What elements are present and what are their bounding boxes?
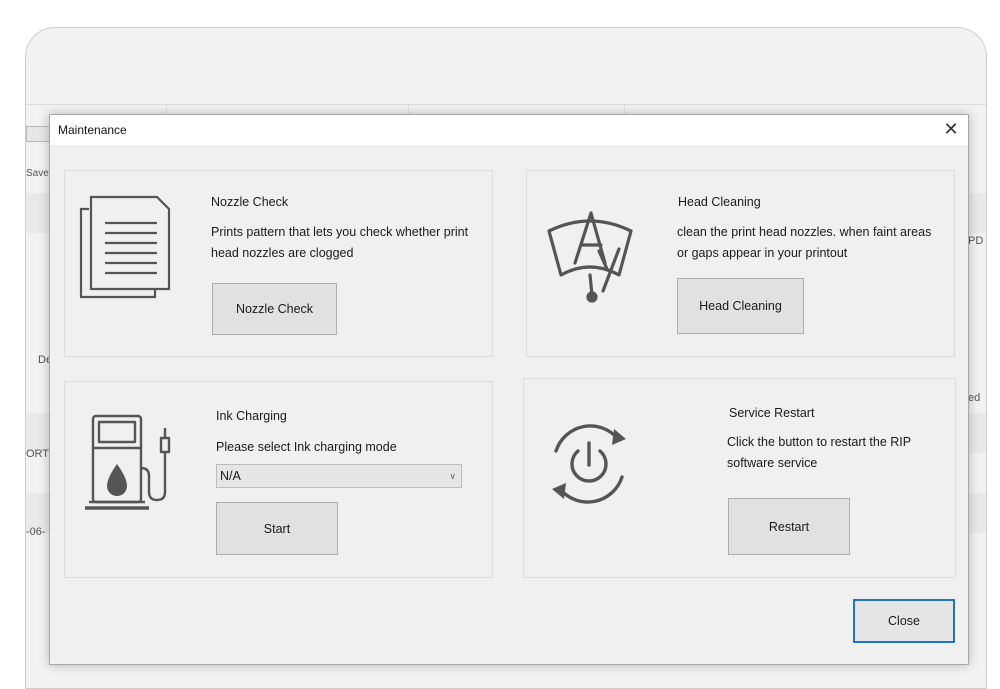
start-button[interactable]: Start [216, 502, 338, 555]
head-cleaning-title: Head Cleaning [678, 195, 761, 209]
ink-charging-mode-select[interactable]: N/A ∨ [216, 464, 462, 488]
background-column-text: PD [968, 235, 984, 247]
close-button[interactable]: Close [853, 599, 955, 643]
ink-charging-panel: Ink Charging Please select Ink charging … [64, 381, 493, 578]
document-pages-icon [79, 195, 171, 299]
dialog-titlebar: Maintenance ✕ [50, 115, 968, 145]
head-cleaning-button[interactable]: Head Cleaning [677, 278, 804, 334]
nozzle-check-title: Nozzle Check [211, 195, 289, 209]
nozzle-check-panel: Nozzle Check Prints pattern that lets yo… [64, 170, 493, 357]
background-save-label: Save [26, 168, 49, 179]
ink-charging-mode-value: N/A [220, 469, 241, 483]
background-row-text: -06- [26, 526, 46, 538]
head-cleaning-panel: Head Cleaning clean the print head nozzl… [526, 170, 955, 357]
head-cleaning-description: clean the print head nozzles. when faint… [677, 225, 932, 260]
print-head-cleaning-icon [547, 211, 633, 303]
service-restart-description: Click the button to restart the RIP soft… [727, 435, 911, 470]
toolbar-divider [26, 104, 986, 105]
background-column-text: ed [968, 392, 981, 404]
chevron-down-icon: ∨ [449, 471, 456, 481]
service-restart-panel: Service Restart Click the button to rest… [523, 378, 956, 578]
ink-charging-description: Please select Ink charging mode [216, 440, 397, 454]
close-icon[interactable]: ✕ [940, 118, 962, 140]
service-restart-title: Service Restart [729, 406, 815, 420]
background-save-button[interactable] [26, 126, 50, 142]
power-restart-icon [552, 424, 626, 504]
dialog-title: Maintenance [58, 123, 127, 137]
nozzle-check-button[interactable]: Nozzle Check [212, 283, 337, 335]
ink-charging-title: Ink Charging [216, 409, 287, 423]
maintenance-dialog: Maintenance ✕ Nozzle Check Prints patter… [49, 114, 969, 665]
ink-pump-icon [85, 414, 171, 510]
restart-button[interactable]: Restart [728, 498, 850, 555]
nozzle-check-description: Prints pattern that lets you check wheth… [211, 225, 469, 260]
